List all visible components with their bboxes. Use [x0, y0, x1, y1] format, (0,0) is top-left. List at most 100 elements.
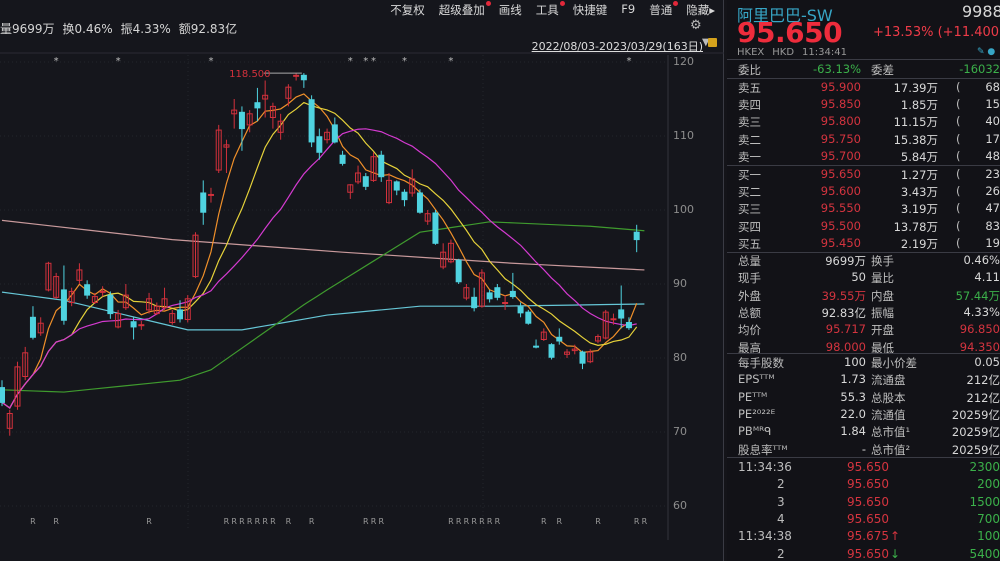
paren: ( [956, 184, 961, 199]
stock-code: 9988 [962, 2, 1000, 21]
stat-value: 39.55万 [821, 288, 866, 303]
candle-body [130, 321, 137, 328]
stat-label: 总量 [738, 254, 761, 268]
stat-label: 量比 [871, 271, 894, 286]
bid-label: 买五 [738, 236, 761, 251]
r-marker: R [456, 517, 462, 526]
fund-value: 22.0 [840, 406, 866, 421]
r-marker: R [471, 517, 477, 526]
ask-volume: 5.84万 [900, 149, 938, 164]
weibi-label: 委比 [738, 63, 761, 77]
toolbar-item-5[interactable]: F9 [621, 2, 635, 18]
bid-row: 买五 95.450 2.19万 (19 [727, 235, 1000, 252]
ask-label: 卖一 [738, 149, 761, 164]
ma-lightblue-line [1, 291, 645, 331]
high-price-label: 118.500 [229, 69, 270, 80]
tick-volume: 100 [977, 529, 1000, 544]
stat-label: 外盘 [738, 288, 761, 303]
candle-body [60, 289, 67, 321]
stat-value: 50 [851, 270, 866, 285]
unlock-icon[interactable] [708, 38, 717, 47]
chart-toolbar: 不复权 超级叠加 画线 工具 快捷键 F9 普通 隐藏▸ [390, 1, 715, 18]
toolbar-item-3[interactable]: 工具 [536, 1, 565, 18]
candlestick-chart[interactable]: 118.500* * * * * * * * *R R R R R R R R R R R R R R R R R R R R R R R R… [0, 0, 724, 561]
toolbar-item-4[interactable]: 快捷键 [573, 2, 608, 18]
ask-count: 15 [985, 97, 1000, 112]
tick-price: 95.675 [847, 529, 889, 544]
candle-body [316, 136, 323, 153]
candle-body [525, 311, 532, 324]
candle-body [300, 74, 307, 81]
toolbar-item-2[interactable]: 画线 [499, 2, 522, 18]
bid-label: 买四 [738, 219, 761, 234]
toolbar-item-1[interactable]: 超级叠加 [439, 1, 491, 18]
toolbar-item-0[interactable]: 不复权 [390, 2, 425, 18]
ask-price: 95.900 [820, 80, 861, 94]
ask-row: 卖一 95.700 5.84万 (48 [727, 148, 1000, 165]
exchange: HKEX [737, 47, 765, 58]
y-tick-label: 90 [673, 277, 687, 290]
candle-body [625, 321, 632, 329]
fundamental-row: PEᵀᵀᴹ 55.3 总股本 212亿 [727, 389, 1000, 406]
bid-label: 买二 [738, 185, 761, 200]
paren: ( [956, 148, 961, 163]
edit-icon[interactable]: ✎ ● [977, 47, 995, 57]
toolbar-item-6[interactable]: 普通 [649, 1, 679, 18]
fund-value: 100 [844, 355, 866, 369]
candle-body [509, 290, 516, 298]
settings-gear-icon[interactable]: ⚙ [690, 18, 702, 33]
stat-label: 换手 [871, 254, 894, 268]
candle-body [502, 302, 509, 304]
quote-meta: HKEX HKD 11:34:41 [737, 47, 847, 58]
fund-label: 流通盘 [871, 373, 906, 388]
tick-time: 4 [777, 511, 785, 526]
bid-row: 买二 95.600 3.43万 (26 [727, 183, 1000, 200]
candle-body [138, 324, 145, 327]
paren: ( [956, 114, 961, 129]
tick-volume: 5400 [969, 546, 1000, 561]
stat-value: 9699万 [825, 254, 866, 268]
tick-row: 4 95.650 700 [727, 511, 1000, 528]
tick-price: 95.650 [847, 511, 889, 526]
y-tick-label: 60 [673, 499, 687, 512]
candle-body [556, 336, 563, 342]
fund-value: 0.05 [974, 355, 1000, 369]
candle-body [84, 284, 91, 296]
ask-count: 17 [985, 131, 1000, 146]
fundamental-row: PBᴹᴿᑫ 1.84 总市值¹ 20259亿 [727, 423, 1000, 440]
ma20-line [1, 128, 637, 409]
tick-price: 95.650 [847, 546, 889, 561]
last-price: 95.650 [737, 16, 843, 49]
y-tick-label: 120 [673, 55, 694, 68]
event-star-icon: * [348, 56, 353, 67]
candle-body [533, 345, 540, 348]
candle-body [254, 102, 261, 109]
r-marker: R [286, 517, 292, 526]
date-range-link[interactable]: 2022/08/03-2023/03/29(163日) [532, 38, 703, 54]
notification-dot [559, 1, 565, 6]
stat-label: 现手 [738, 271, 761, 286]
fund-label: PE²⁰²²ᴱ [738, 406, 776, 421]
info-item-1: 换0.46% [62, 22, 113, 36]
currency: HKD [772, 47, 795, 58]
fund-value: 20259亿 [951, 407, 1000, 422]
paren: ( [956, 201, 961, 216]
ma-green-line [1, 221, 645, 393]
toolbar-item-7[interactable]: 隐藏▸ [686, 2, 715, 18]
tick-time: 2 [777, 477, 785, 492]
event-star-icon: * [626, 56, 631, 67]
ask-row: 卖二 95.750 15.38万 (17 [727, 131, 1000, 148]
ask-price: 95.750 [820, 131, 861, 146]
ask-volume: 11.15万 [893, 115, 938, 130]
bid-price: 95.600 [820, 184, 861, 199]
tick-time: 3 [777, 494, 785, 509]
paren: ( [956, 80, 961, 94]
paren: ( [956, 131, 961, 146]
fund-value: 212亿 [966, 390, 1000, 405]
r-marker: R [363, 517, 369, 526]
event-star-icon: * [54, 56, 59, 67]
candle-body [293, 74, 300, 77]
paren: ( [956, 235, 961, 250]
tick-time: 11:34:36 [738, 460, 792, 474]
price-change: +13.53% (+11.400 [873, 25, 1000, 40]
